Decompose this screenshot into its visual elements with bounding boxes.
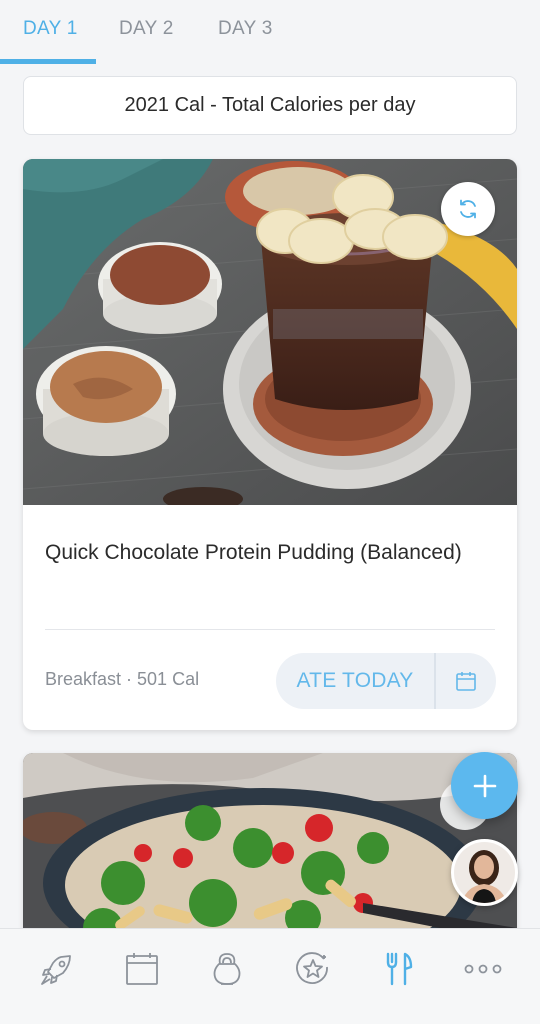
meal-meta: Breakfast · 501 Cal — [45, 669, 200, 689]
bottom-navigation — [0, 928, 540, 1024]
nav-calendar[interactable] — [120, 947, 164, 991]
nav-more[interactable] — [461, 947, 505, 991]
plus-icon — [473, 774, 496, 797]
nav-rocket[interactable] — [35, 947, 79, 991]
tab-day-2[interactable]: DAY 2 — [119, 18, 174, 40]
ate-today-group: ATE TODAY — [276, 653, 496, 709]
calendar-icon — [456, 672, 476, 691]
meal-card[interactable]: Quick Chocolate Protein Pudding (Balance… — [23, 159, 517, 730]
nav-workouts[interactable] — [205, 947, 249, 991]
rocket-icon — [41, 955, 71, 985]
meal-title[interactable]: Quick Chocolate Protein Pudding (Balance… — [45, 538, 485, 568]
add-button[interactable] — [451, 752, 518, 819]
refresh-icon — [460, 199, 476, 219]
trainer-avatar[interactable] — [451, 839, 518, 906]
card-divider — [45, 629, 495, 630]
ate-today-button[interactable]: ATE TODAY — [276, 653, 434, 709]
more-icon — [464, 964, 502, 974]
total-calories-banner: 2021 Cal - Total Calories per day — [23, 76, 517, 135]
tab-day-1[interactable]: DAY 1 — [23, 18, 78, 40]
day-tabs: DAY 1 DAY 2 DAY 3 — [0, 0, 540, 64]
nav-nutrition[interactable] — [376, 947, 420, 991]
meal-card[interactable] — [23, 753, 517, 953]
active-tab-indicator — [0, 59, 96, 64]
schedule-button[interactable] — [436, 653, 496, 709]
avatar-image — [454, 842, 515, 903]
calendar-icon — [126, 953, 158, 985]
fork-knife-icon — [386, 952, 413, 986]
kettlebell-icon — [213, 953, 241, 985]
swap-meal-button[interactable] — [441, 182, 495, 236]
tab-day-3[interactable]: DAY 3 — [218, 18, 273, 40]
star-badge-icon — [296, 952, 328, 984]
pasta-salad-photo — [23, 753, 517, 953]
nav-achievements[interactable] — [291, 947, 335, 991]
